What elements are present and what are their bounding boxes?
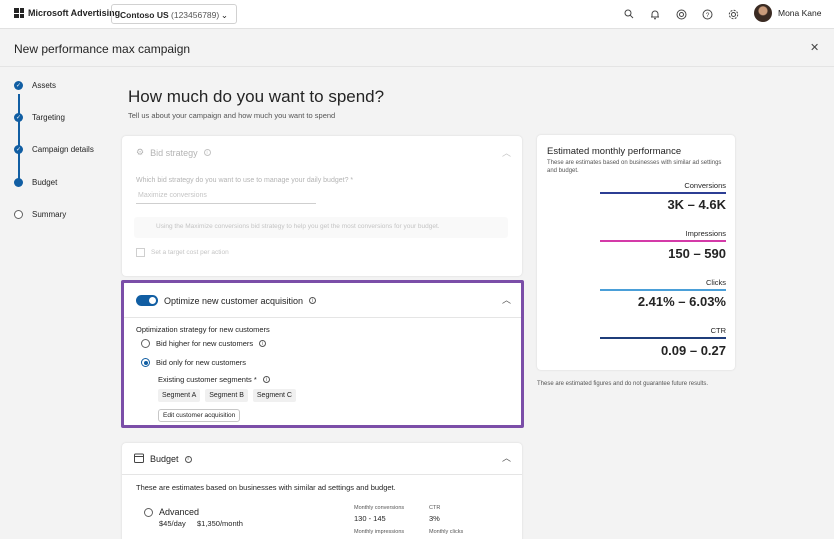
- metric-label: Impressions: [685, 229, 726, 238]
- performance-title: Estimated monthly performance: [547, 146, 682, 157]
- stat-label: Monthly clicks: [429, 529, 464, 535]
- bid-strategy-dropdown[interactable]: Maximize conversions: [136, 190, 316, 204]
- step-label: Targeting: [32, 113, 65, 122]
- step-label: Budget: [32, 178, 58, 187]
- metric-bar: [600, 289, 726, 291]
- budget-card: Budget i ︿ These are estimates based on …: [122, 443, 522, 539]
- bid-strategy-card: ⚙ Bid strategy i ︿ Which bid strategy do…: [122, 136, 522, 276]
- performance-card: Estimated monthly performance These are …: [537, 135, 735, 370]
- gear-icon[interactable]: [726, 7, 740, 21]
- stat-label: Monthly conversions: [354, 505, 405, 511]
- avatar: [754, 4, 772, 22]
- account-selector[interactable]: Contoso US (123456789) ⌄: [111, 4, 237, 24]
- account-name: Contoso US: [120, 10, 169, 20]
- brand-name: Microsoft Advertising: [28, 8, 121, 18]
- question-icon[interactable]: ?: [700, 7, 714, 21]
- step-assets[interactable]: ✓ Assets: [14, 81, 56, 90]
- check-icon: ✓: [14, 113, 23, 122]
- stat-label: CTR: [429, 505, 441, 511]
- main-subtitle: Tell us about your campaign and how much…: [128, 111, 336, 120]
- step-targeting[interactable]: ✓ Targeting: [14, 113, 65, 122]
- step-summary[interactable]: Summary: [14, 210, 66, 219]
- check-icon: ✓: [14, 81, 23, 90]
- microsoft-logo-icon: [14, 8, 24, 18]
- top-bar: Microsoft Advertising Contoso US (123456…: [0, 0, 834, 29]
- radio-button[interactable]: [144, 507, 153, 517]
- info-icon: i: [184, 455, 192, 463]
- budget-option-advanced[interactable]: Advanced: [144, 507, 199, 517]
- step-label: Summary: [32, 210, 67, 219]
- help-circle-icon[interactable]: [674, 7, 688, 21]
- target-cpa-checkbox[interactable]: Set a target cost per action: [136, 248, 229, 257]
- budget-title: Budget: [150, 454, 179, 464]
- budget-description: These are estimates based on businesses …: [136, 483, 396, 492]
- metric-label: Conversions: [684, 181, 726, 190]
- step-campaign-details[interactable]: ✓ Campaign details: [14, 145, 94, 154]
- checkbox-box: [136, 248, 145, 257]
- close-icon[interactable]: ✕: [810, 41, 819, 54]
- bell-icon[interactable]: [648, 7, 662, 21]
- metric-bar: [600, 192, 726, 194]
- chevron-up-icon[interactable]: ︿: [502, 146, 511, 159]
- performance-disclaimer: These are estimated figures and do not g…: [537, 381, 709, 387]
- current-step-dot: [14, 178, 23, 187]
- metric-value: 2.41% – 6.03%: [637, 294, 726, 309]
- bid-strategy-question: Which bid strategy do you want to use to…: [136, 177, 354, 184]
- metric-bar: [600, 337, 726, 339]
- calendar-icon: [134, 453, 144, 465]
- stepper-line: [18, 94, 20, 184]
- metric-label: Clicks: [706, 278, 726, 287]
- check-icon: ✓: [14, 145, 23, 154]
- step-label: Assets: [32, 81, 57, 90]
- page-header: New performance max campaign ✕: [0, 30, 834, 67]
- metric-bar: [600, 240, 726, 242]
- stat-value: 3%: [429, 514, 440, 523]
- page-title: New performance max campaign: [14, 42, 191, 56]
- budget-monthly: $1,350/month: [197, 519, 243, 528]
- target-cpa-label: Set a target cost per action: [151, 249, 229, 256]
- brand-logo[interactable]: Microsoft Advertising: [14, 8, 120, 18]
- pending-step-dot: [14, 210, 23, 219]
- metric-label: CTR: [710, 326, 726, 335]
- step-budget[interactable]: Budget: [14, 178, 57, 187]
- highlight-frame: [121, 280, 524, 428]
- stat-label: Monthly impressions: [354, 529, 405, 535]
- metric-value: 3K – 4.6K: [667, 197, 726, 212]
- chevron-down-icon: ⌄: [220, 10, 228, 20]
- divider: [122, 474, 522, 475]
- user-menu[interactable]: Mona Kane: [754, 4, 821, 22]
- user-name: Mona Kane: [778, 8, 822, 18]
- bid-strategy-info-box: Using the Maximize conversions bid strat…: [134, 217, 508, 238]
- bid-strategy-icon: ⚙: [136, 147, 145, 157]
- main-title: How much do you want to spend?: [128, 87, 385, 106]
- account-id: (123456789): [171, 10, 220, 20]
- bid-strategy-title: Bid strategy: [150, 147, 198, 158]
- budget-option-name: Advanced: [159, 507, 200, 517]
- metric-value: 150 – 590: [668, 246, 726, 261]
- search-icon[interactable]: [622, 7, 636, 21]
- metric-value: 0.09 – 0.27: [660, 343, 726, 358]
- performance-description: These are estimates based on businesses …: [547, 160, 722, 174]
- step-label: Campaign details: [32, 145, 94, 154]
- budget-daily: $45/day: [159, 519, 186, 528]
- stepper-nav: ✓ Assets ✓ Targeting ✓ Campaign details …: [0, 67, 112, 539]
- info-icon: i: [203, 149, 211, 156]
- stat-value: 130 - 145: [354, 514, 386, 523]
- chevron-up-icon[interactable]: ︿: [502, 451, 511, 464]
- svg-text:?: ?: [705, 11, 709, 18]
